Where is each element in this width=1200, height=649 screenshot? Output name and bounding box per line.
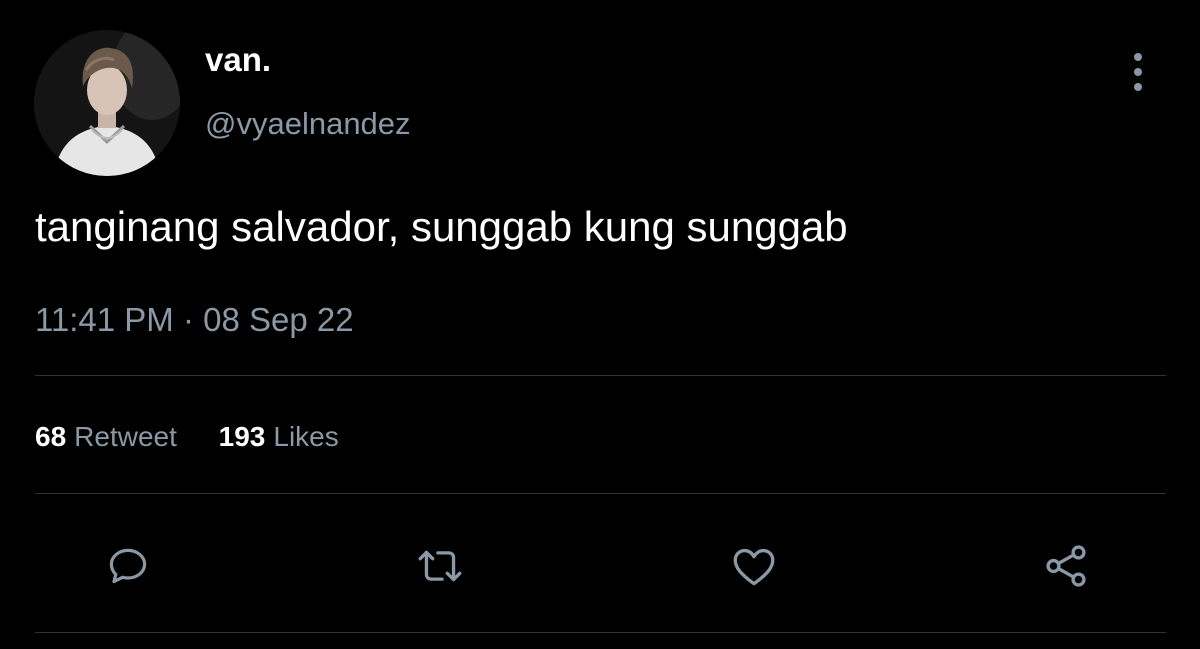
more-options-dot (1134, 53, 1142, 61)
tweet-text: tanginang salvador, sunggab kung sunggab (35, 203, 848, 250)
likes-count: 193 (218, 421, 266, 452)
divider (35, 493, 1166, 494)
like-button[interactable] (728, 540, 780, 592)
divider (35, 632, 1166, 633)
heart-icon (733, 548, 775, 586)
engagement-stats: 68 Retweet 193 Likes (35, 417, 373, 457)
share-button[interactable] (1040, 540, 1092, 592)
likes-stat[interactable]: 193 Likes (219, 417, 339, 457)
avatar[interactable] (34, 30, 180, 176)
retweet-count: 68 (35, 421, 67, 452)
tweet-card: van. @vyaelnandez tanginang salvador, su… (0, 0, 1200, 649)
retweet-label: Retweet (74, 421, 177, 452)
divider (35, 375, 1166, 376)
retweet-button[interactable] (414, 540, 466, 592)
display-name[interactable]: van. (205, 40, 271, 80)
retweet-arrows-icon (418, 550, 462, 582)
reply-button[interactable] (102, 540, 154, 592)
user-handle[interactable]: @vyaelnandez (205, 104, 411, 144)
share-nodes-icon (1046, 545, 1086, 587)
more-options-dot (1134, 83, 1142, 91)
more-options-button[interactable] (1120, 48, 1156, 96)
likes-label: Likes (273, 421, 339, 452)
avatar-image (34, 30, 180, 176)
more-options-dot (1134, 68, 1142, 76)
tweet-timestamp[interactable]: 11:41 PM · 08 Sep 22 (35, 298, 354, 342)
retweet-stat[interactable]: 68 Retweet (35, 417, 177, 457)
speech-bubble-icon (109, 548, 147, 584)
